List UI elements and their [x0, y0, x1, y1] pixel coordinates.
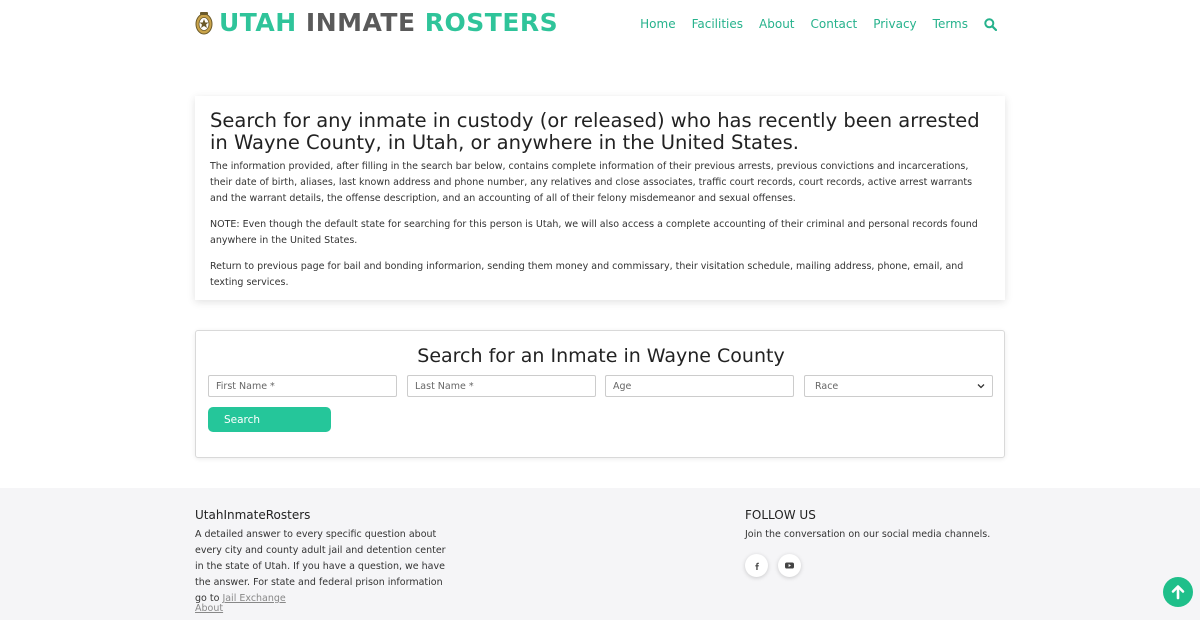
race-select[interactable]: Race [804, 375, 993, 397]
nav-about[interactable]: About [759, 17, 794, 31]
inmate-search-form: Search for an Inmate in Wayne County Fir… [195, 330, 1005, 458]
footer-about-link[interactable]: About [195, 601, 223, 617]
facebook-button[interactable] [745, 554, 768, 577]
search-title: Search for an Inmate in Wayne County [417, 345, 785, 367]
first-name-input[interactable]: First Name * [208, 375, 397, 397]
site-footer: UtahInmateRosters A detailed answer to e… [0, 488, 1200, 620]
youtube-icon [785, 562, 794, 569]
nav-home[interactable]: Home [640, 17, 675, 31]
logo-word-utah: UTAH [219, 8, 297, 37]
intro-paragraph-return: Return to previous page for bail and bon… [210, 261, 964, 288]
first-name-placeholder: First Name * [216, 380, 275, 392]
scroll-to-top-button[interactable] [1163, 577, 1193, 607]
site-logo[interactable]: UTAH INMATE ROSTERS [195, 8, 558, 37]
jail-exchange-link[interactable]: Jail Exchange [222, 593, 285, 604]
logo-word-rosters: ROSTERS [424, 8, 559, 37]
site-header: UTAH INMATE ROSTERS Home Facilities Abou… [0, 0, 1200, 48]
search-button-label: Search [224, 413, 261, 426]
search-icon[interactable] [984, 17, 997, 31]
intro-paragraph-info: The information provided, after filling … [210, 161, 973, 204]
youtube-button[interactable] [778, 554, 801, 577]
chevron-down-icon [977, 384, 985, 389]
facebook-icon [754, 562, 759, 570]
race-select-value: Race [815, 380, 839, 392]
main-nav: Home Facilities About Contact Privacy Te… [624, 17, 997, 31]
follow-us-title: FOLLOW US [745, 508, 816, 522]
logo-word-inmate: INMATE [305, 8, 416, 37]
arrow-up-icon [1171, 585, 1185, 600]
age-placeholder: Age [613, 380, 632, 392]
last-name-input[interactable]: Last Name * [407, 375, 596, 397]
nav-contact[interactable]: Contact [811, 17, 858, 31]
age-input[interactable]: Age [605, 375, 794, 397]
footer-brand-text: A detailed answer to every specific ques… [195, 527, 450, 607]
last-name-placeholder: Last Name * [415, 380, 474, 392]
intro-paragraph-note: NOTE: Even though the default state for … [210, 219, 978, 246]
sheriff-badge-icon [195, 11, 213, 34]
footer-brand-title: UtahInmateRosters [195, 508, 311, 522]
follow-us-text: Join the conversation on our social medi… [745, 529, 991, 540]
nav-facilities[interactable]: Facilities [692, 17, 743, 31]
nav-terms[interactable]: Terms [933, 17, 968, 31]
search-button[interactable]: Search [208, 407, 331, 432]
intro-heading: Search for any inmate in custody (or rel… [210, 109, 980, 154]
nav-privacy[interactable]: Privacy [873, 17, 916, 31]
intro-card: Search for any inmate in custody (or rel… [195, 96, 1005, 300]
